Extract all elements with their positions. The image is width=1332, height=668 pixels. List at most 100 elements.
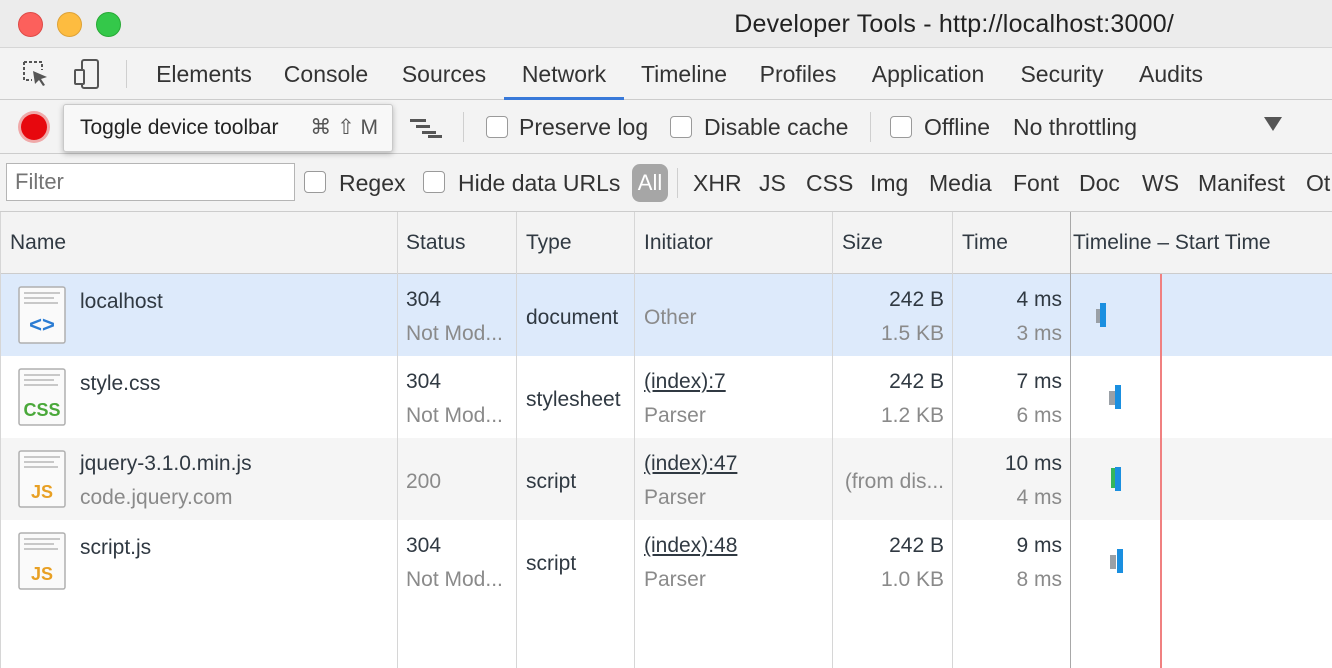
column-divider[interactable] xyxy=(516,212,517,668)
column-name[interactable]: Name xyxy=(10,231,66,255)
type-filter-other[interactable]: Ot xyxy=(1306,170,1330,197)
column-size[interactable]: Size xyxy=(842,231,883,255)
table-row[interactable]: <> localhost 304 Not Mod... document Oth… xyxy=(0,274,1332,356)
filter-input[interactable] xyxy=(6,163,295,201)
type-filter-xhr[interactable]: XHR xyxy=(693,170,742,197)
disable-cache-checkbox[interactable] xyxy=(670,116,692,138)
total-time: 10 ms xyxy=(1004,452,1062,475)
transfer-size: 242 B xyxy=(889,370,944,393)
tab-audits[interactable]: Audits xyxy=(1126,48,1216,100)
tab-console[interactable]: Console xyxy=(272,48,380,100)
type-filter-ws[interactable]: WS xyxy=(1142,170,1179,197)
type-filter-manifest[interactable]: Manifest xyxy=(1198,170,1285,197)
record-button[interactable] xyxy=(21,114,47,140)
column-divider[interactable] xyxy=(832,212,833,668)
load-event-line xyxy=(1160,274,1162,668)
svg-text:JS: JS xyxy=(31,482,53,502)
waterfall-bar xyxy=(1115,467,1121,491)
initiator-link[interactable]: (index):48 xyxy=(644,534,737,558)
toolbar-divider xyxy=(463,112,464,142)
css-file-icon: CSS xyxy=(18,368,66,426)
status-text: Not Mod... xyxy=(406,322,503,345)
column-initiator[interactable]: Initiator xyxy=(644,231,713,255)
status-code: 200 xyxy=(406,470,442,493)
request-name: localhost xyxy=(80,290,163,313)
table-header: Name Status Type Initiator Size Time Tim… xyxy=(0,212,1332,274)
latency-time: 8 ms xyxy=(1016,568,1062,591)
column-status[interactable]: Status xyxy=(406,231,466,255)
type-filter-all[interactable]: All xyxy=(632,164,668,202)
request-name: style.css xyxy=(80,372,161,395)
chevron-down-icon[interactable] xyxy=(1264,117,1282,131)
preserve-log-checkbox[interactable] xyxy=(486,116,508,138)
regex-label: Regex xyxy=(339,170,406,196)
latency-time: 4 ms xyxy=(1016,486,1062,509)
panel-tab-bar: Elements Console Sources Network Timelin… xyxy=(0,48,1332,100)
window-title: Developer Tools - http://localhost:3000/ xyxy=(734,10,1174,38)
resource-size: 1.0 KB xyxy=(880,568,944,591)
waterfall-view-icon[interactable] xyxy=(410,118,444,138)
waterfall-bar xyxy=(1115,385,1121,409)
type-filter-doc[interactable]: Doc xyxy=(1079,170,1120,197)
offline-label: Offline xyxy=(924,114,991,140)
latency-time: 6 ms xyxy=(1016,404,1062,427)
resource-type: script xyxy=(526,552,577,575)
column-divider[interactable] xyxy=(397,212,398,668)
initiator-type: Parser xyxy=(644,568,706,591)
offline-checkbox[interactable] xyxy=(890,116,912,138)
table-row[interactable]: CSS style.css 304 Not Mod... stylesheet … xyxy=(0,356,1332,438)
inspect-element-icon[interactable] xyxy=(20,58,52,90)
preserve-log-label: Preserve log xyxy=(519,114,649,140)
total-time: 7 ms xyxy=(1016,370,1062,393)
resource-size: 1.2 KB xyxy=(880,404,944,427)
hide-data-urls-checkbox[interactable] xyxy=(423,171,445,193)
toolbar-divider xyxy=(677,168,678,198)
request-name: jquery-3.1.0.min.js xyxy=(80,452,252,475)
js-file-icon: JS xyxy=(18,532,66,590)
disable-cache-label: Disable cache xyxy=(704,114,849,140)
html-file-icon: <> xyxy=(18,286,66,344)
column-type[interactable]: Type xyxy=(526,231,572,255)
initiator-link[interactable]: (index):7 xyxy=(644,370,726,394)
status-code: 304 xyxy=(406,370,442,393)
latency-time: 3 ms xyxy=(1016,322,1062,345)
resource-type: stylesheet xyxy=(526,388,621,411)
tab-application[interactable]: Application xyxy=(860,48,996,100)
type-filter-media[interactable]: Media xyxy=(929,170,992,197)
column-timeline[interactable]: Timeline – Start Time xyxy=(1073,231,1271,255)
throttling-select[interactable]: No throttling xyxy=(1013,114,1137,141)
column-divider[interactable] xyxy=(1070,212,1071,668)
tab-elements[interactable]: Elements xyxy=(146,48,262,100)
tab-network[interactable]: Network xyxy=(504,48,624,100)
status-code: 304 xyxy=(406,288,442,311)
tab-profiles[interactable]: Profiles xyxy=(750,48,846,100)
table-row[interactable]: JS script.js 304 Not Mod... script (inde… xyxy=(0,520,1332,602)
tab-sources[interactable]: Sources xyxy=(390,48,498,100)
toolbar-divider xyxy=(870,112,871,142)
column-divider[interactable] xyxy=(952,212,953,668)
svg-text:CSS: CSS xyxy=(23,400,60,420)
tab-security[interactable]: Security xyxy=(1010,48,1114,100)
initiator-type: Parser xyxy=(644,486,706,509)
initiator-type: Parser xyxy=(644,404,706,427)
filter-bar: Regex Hide data URLs All XHR JS CSS Img … xyxy=(0,154,1332,212)
table-row[interactable]: JS jquery-3.1.0.min.js code.jquery.com 2… xyxy=(0,438,1332,520)
window-titlebar: Developer Tools - http://localhost:3000/ xyxy=(0,0,1332,48)
total-time: 9 ms xyxy=(1016,534,1062,557)
tab-timeline[interactable]: Timeline xyxy=(630,48,738,100)
regex-checkbox[interactable] xyxy=(304,171,326,193)
resource-type: script xyxy=(526,470,577,493)
resource-size: 1.5 KB xyxy=(880,322,944,345)
initiator-link[interactable]: (index):47 xyxy=(644,452,737,476)
svg-text:JS: JS xyxy=(31,564,53,584)
column-time[interactable]: Time xyxy=(962,231,1008,255)
type-filter-js[interactable]: JS xyxy=(759,170,786,197)
type-filter-css[interactable]: CSS xyxy=(806,170,853,197)
transfer-size: 242 B xyxy=(889,288,944,311)
type-filter-img[interactable]: Img xyxy=(870,170,908,197)
type-filter-font[interactable]: Font xyxy=(1013,170,1059,197)
network-toolbar: Toggle device toolbar ⌘ ⇧ M Preserve log… xyxy=(0,100,1332,154)
request-domain: code.jquery.com xyxy=(80,486,233,509)
column-divider[interactable] xyxy=(634,212,635,668)
device-toolbar-icon[interactable] xyxy=(72,58,104,90)
